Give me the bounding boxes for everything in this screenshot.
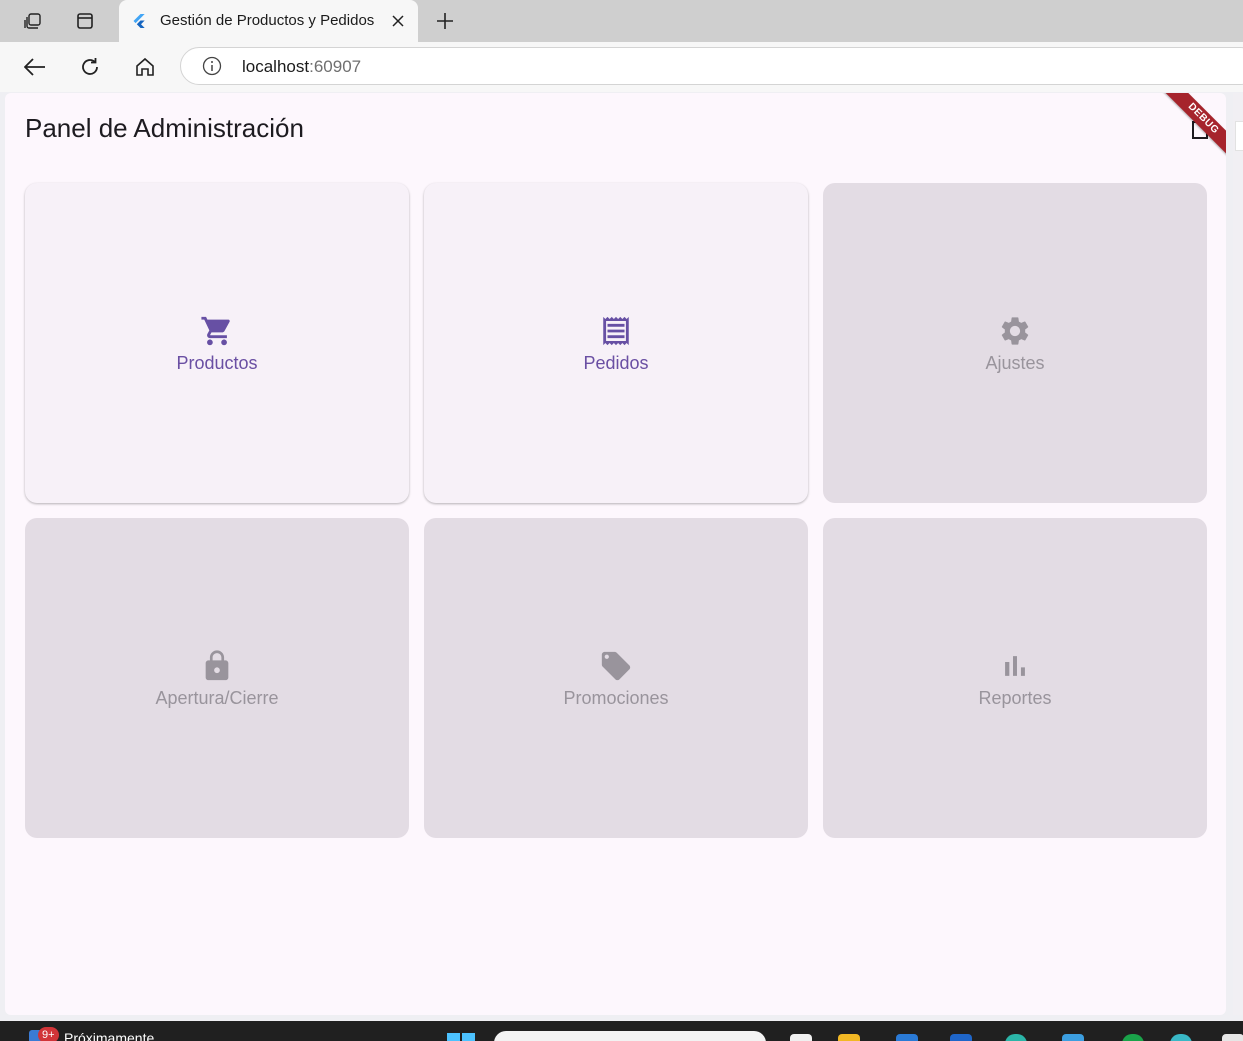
back-arrow-icon[interactable]	[20, 52, 50, 82]
weather-text[interactable]: Próximamente	[64, 1030, 154, 1041]
taskbar-app-icon[interactable]	[1122, 1034, 1144, 1041]
home-icon[interactable]	[130, 52, 160, 82]
shopping-cart-icon	[199, 313, 235, 349]
taskbar-app-icon[interactable]	[790, 1034, 812, 1041]
notification-badge: 9+	[38, 1027, 59, 1041]
url-text: localhost:60907	[242, 57, 362, 76]
browser-toolbar: localhost:60907	[0, 42, 1243, 92]
bar-chart-icon	[997, 648, 1033, 684]
card-label: Promociones	[563, 687, 669, 708]
side-panel-edge	[1233, 93, 1243, 1015]
file-explorer-icon[interactable]	[838, 1034, 860, 1041]
tab-actions-icon[interactable]	[70, 6, 100, 36]
taskbar-app-icon[interactable]	[950, 1034, 972, 1041]
lock-icon	[199, 648, 235, 684]
card-ajustes: Ajustes	[823, 183, 1207, 503]
new-tab-icon[interactable]	[430, 6, 460, 36]
reload-icon[interactable]	[75, 52, 105, 82]
receipt-icon	[598, 313, 634, 349]
taskbar-app-icon[interactable]	[896, 1034, 918, 1041]
active-tab[interactable]: Gestión de Productos y Pedidos	[119, 0, 418, 42]
taskbar-app-icon[interactable]	[1222, 1034, 1243, 1041]
card-label: Apertura/Cierre	[155, 687, 279, 708]
browser-tab-strip: Gestión de Productos y Pedidos	[0, 0, 1243, 42]
card-productos[interactable]: Productos	[25, 183, 409, 503]
tag-icon	[598, 648, 634, 684]
card-label: Productos	[176, 352, 258, 373]
card-apertura-cierre: Apertura/Cierre	[25, 518, 409, 838]
app-viewport: Panel de Administración DEBUG Productos …	[5, 93, 1226, 1015]
os-taskbar: 9+ Próximamente	[0, 1021, 1243, 1041]
address-bar[interactable]: localhost:60907	[180, 47, 1243, 85]
workspaces-icon[interactable]	[18, 6, 48, 36]
card-label: Ajustes	[985, 352, 1045, 373]
card-reportes: Reportes	[823, 518, 1207, 838]
card-label: Reportes	[978, 687, 1052, 708]
card-pedidos[interactable]: Pedidos	[424, 183, 808, 503]
close-tab-icon[interactable]	[386, 9, 410, 33]
taskbar-app-icon[interactable]	[1170, 1034, 1192, 1041]
card-label: Pedidos	[583, 352, 649, 373]
tab-title: Gestión de Productos y Pedidos	[160, 12, 375, 29]
site-info-icon[interactable]	[202, 56, 222, 76]
windows-start-icon[interactable]	[447, 1033, 475, 1041]
taskbar-app-icon[interactable]	[1062, 1034, 1084, 1041]
edge-browser-icon[interactable]	[1005, 1034, 1027, 1041]
page-title: Panel de Administración	[25, 113, 304, 143]
flutter-favicon-icon	[133, 14, 145, 28]
taskbar-search[interactable]	[494, 1031, 766, 1041]
card-promociones: Promociones	[424, 518, 808, 838]
settings-icon	[997, 313, 1033, 349]
